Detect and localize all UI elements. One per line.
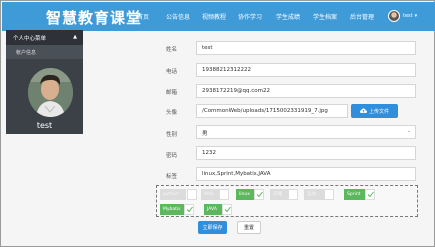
user-menu[interactable]: test ▾ (388, 10, 417, 22)
reset-button[interactable]: 重置 (237, 221, 261, 234)
save-button[interactable]: 立即保存 (198, 221, 227, 234)
tag-label: 运动 (304, 189, 324, 200)
check-icon (186, 206, 193, 213)
phone-field[interactable]: 19388212312222 (196, 63, 416, 77)
user-name: test (403, 13, 413, 19)
sidebar: 个人中心菜单 ▲ 帐户信息 test (6, 30, 83, 134)
sidebar-menu-header[interactable]: 个人中心菜单 ▲ (6, 30, 83, 45)
gender-select[interactable]: 男 ⌄ (196, 125, 416, 139)
tag-checkbox (254, 189, 264, 200)
tag-checkbox (222, 204, 232, 215)
tag-checkbox (324, 189, 334, 200)
tag-label: Web (201, 189, 219, 200)
label-avatar: 头像 (166, 110, 178, 116)
tag-label: Mybatis (160, 204, 184, 215)
label-tags: 标签 (166, 174, 178, 180)
app-window: 智慧教育课堂 首页 公告信息 视频教程 协作学习 学生成绩 学生档案 后台管理 … (0, 0, 435, 247)
site-logo[interactable]: 智慧教育课堂 (46, 7, 142, 28)
label-email: 邮箱 (166, 90, 178, 96)
tags-field[interactable]: linux,Sprint,Mybatis,JAVA (196, 167, 416, 181)
label-gender: 性别 (166, 132, 178, 138)
tag-checkbox (219, 189, 229, 200)
sidebar-item-account-info[interactable]: 帐户信息 (6, 45, 83, 59)
chevron-down-icon: ▾ (414, 13, 418, 19)
nav-student-grades[interactable]: 学生成绩 (276, 12, 300, 21)
label-name: 姓名 (166, 47, 178, 53)
upload-button-label: 上传文件 (368, 108, 389, 115)
check-icon (256, 191, 263, 198)
email-field[interactable]: 2938172219@qq.com22 (196, 84, 416, 98)
avatar (388, 10, 400, 22)
name-field[interactable]: test (196, 41, 416, 55)
chevron-down-icon: ⌄ (406, 128, 411, 134)
sidebar-menu-title: 个人中心菜单 (13, 36, 47, 42)
tag-checkbox (365, 189, 375, 200)
tag-checkbox (184, 204, 194, 215)
check-icon (367, 191, 374, 198)
tag-checkbox (288, 189, 298, 200)
tag-label: 前端 (270, 189, 288, 200)
label-phone: 电话 (166, 69, 178, 75)
upload-file-button[interactable]: 上传文件 (351, 104, 398, 118)
check-icon (224, 206, 231, 213)
sidebar-item-label: 帐户信息 (16, 50, 37, 56)
tag-label: Sprint (344, 189, 365, 200)
nav-video-tutorials[interactable]: 视频教程 (202, 12, 226, 21)
cloud-upload-icon (359, 108, 367, 113)
tag-label: python (160, 189, 186, 200)
gender-select-value: 男 (202, 131, 208, 137)
password-field[interactable]: 1232 (196, 146, 416, 160)
tag-selector: python Web linux 前端 运动 Sprint Mybatis JA… (156, 185, 418, 217)
nav-announcements[interactable]: 公告信息 (166, 12, 190, 21)
label-password: 密码 (166, 153, 178, 159)
nav-admin[interactable]: 后台管理 (350, 12, 374, 21)
tag-label: linux (236, 189, 254, 200)
profile-photo (28, 68, 73, 117)
avatar-path-field[interactable]: /CommonWeb/uploads/1715002331919_7.jpg (196, 104, 348, 118)
tag-checkbox (187, 189, 197, 200)
nav-student-records[interactable]: 学生档案 (313, 12, 337, 21)
nav-collaborative-learning[interactable]: 协作学习 (238, 12, 262, 21)
sidebar-user-name: test (36, 121, 53, 130)
tag-label: JAVA (204, 204, 222, 215)
chevron-up-icon: ▲ (73, 34, 77, 40)
nav-home[interactable]: 首页 (137, 12, 149, 21)
top-navbar: 智慧教育课堂 首页 公告信息 视频教程 协作学习 学生成绩 学生档案 后台管理 … (2, 2, 435, 31)
